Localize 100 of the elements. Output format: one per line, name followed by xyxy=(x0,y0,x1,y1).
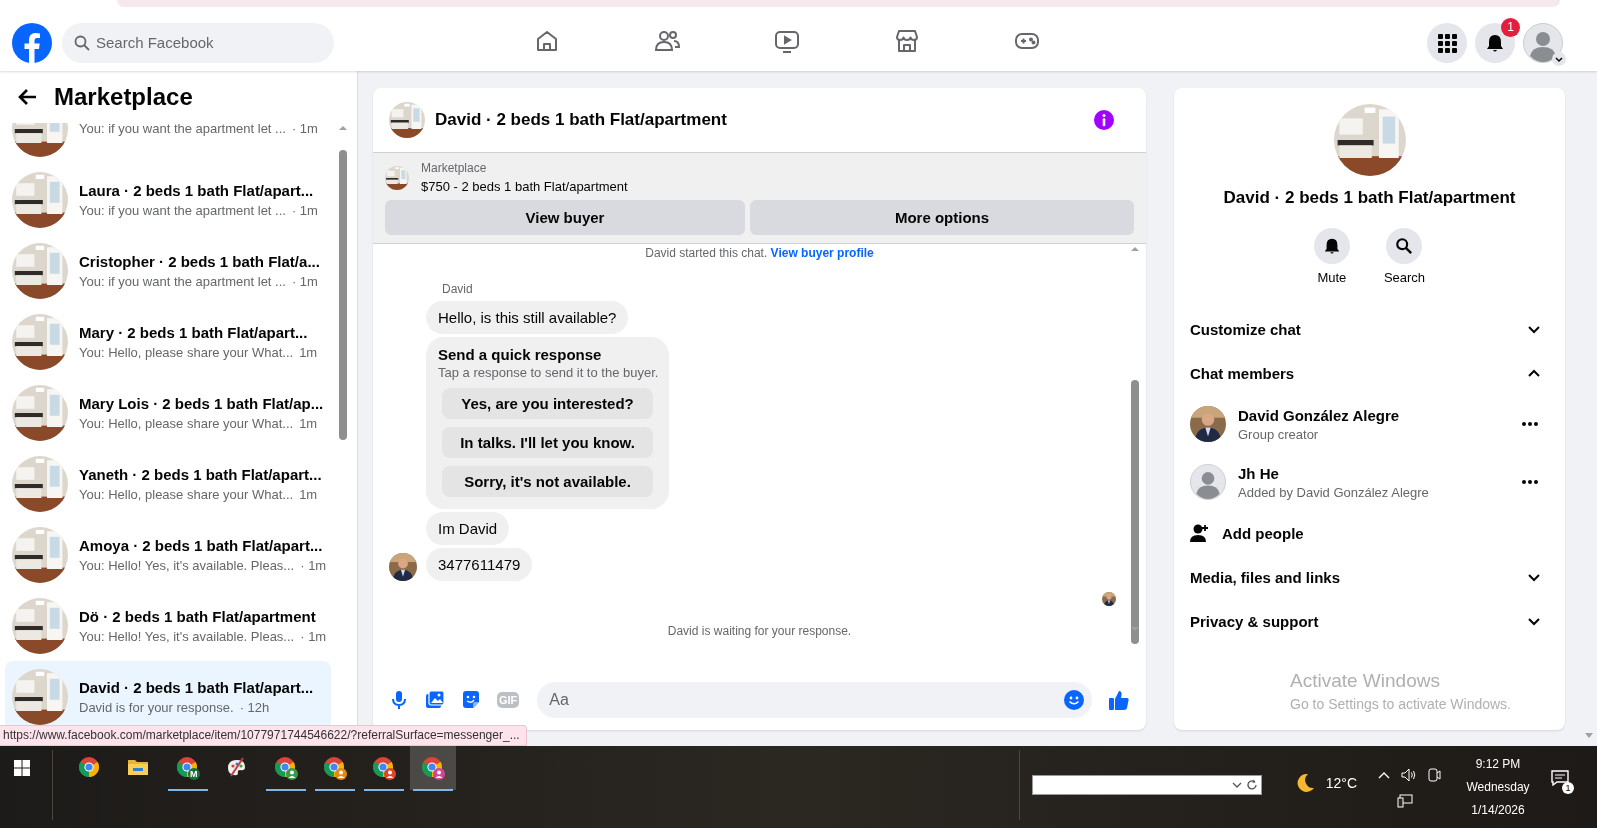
facebook-logo[interactable] xyxy=(12,22,52,63)
section-row[interactable]: Customize chat xyxy=(1190,307,1541,351)
message-time: · 12h xyxy=(239,699,270,715)
add-people-row[interactable]: Add people xyxy=(1190,511,1541,555)
section-title: Media, files and links xyxy=(1190,568,1341,586)
watermark-text: Go to Settings to activate Windows. xyxy=(1290,696,1512,712)
windows-logo-icon xyxy=(14,760,30,776)
bell-icon xyxy=(1322,237,1341,255)
emoji-icon[interactable] xyxy=(1064,689,1084,710)
message-time: · 1m xyxy=(291,123,318,136)
message-bubble: 3477611479 xyxy=(426,548,533,581)
address-field[interactable] xyxy=(1031,775,1262,795)
notifications-button[interactable] xyxy=(1475,22,1515,63)
conversation-title: David · 2 beds 1 bath Flat/apartment xyxy=(1223,188,1516,208)
member-name: David González Alegre xyxy=(1238,406,1401,424)
notification-count: 1 xyxy=(1501,17,1520,37)
speaker-icon[interactable] xyxy=(1401,768,1417,782)
message-preview: You: if you want the apartment let ... xyxy=(79,123,286,136)
conversation-item[interactable]: Mary · 2 beds 1 bath Flat/apart... You: Hello, please share your What... 1m xyxy=(5,306,331,377)
message-time: 1m xyxy=(299,344,318,360)
quick-response-button[interactable]: Yes, are you interested? xyxy=(442,388,653,419)
message-field[interactable]: Aa xyxy=(537,681,1092,718)
conversation-title: Dö · 2 beds 1 bath Flat/apartment xyxy=(79,607,317,625)
conversation-title: Mary Lois · 2 beds 1 bath Flat/ap... xyxy=(79,394,324,412)
member-role: Group creator xyxy=(1238,426,1320,442)
section-row[interactable]: Privacy & support xyxy=(1190,599,1541,643)
status-text: David is waiting for your response. xyxy=(666,624,853,638)
listing-title: $750 - 2 beds 1 bath Flat/apartment xyxy=(421,179,628,194)
notifications-icon[interactable] xyxy=(1551,770,1569,786)
search-button[interactable] xyxy=(1386,228,1423,264)
search-icon xyxy=(74,34,90,51)
menu-button[interactable] xyxy=(1427,22,1467,63)
conversation-item[interactable]: Amoya · 2 beds 1 bath Flat/apart... You: Hello! Yes, it's available. Pleas... · 1m xyxy=(5,519,331,590)
conversation-item[interactable]: You: if you want the apartment let ... · 1m xyxy=(5,123,331,164)
watermark-title: Activate Windows xyxy=(1290,670,1441,692)
quick-response-button[interactable]: Sorry, it's not available. xyxy=(442,466,653,497)
thumbs-up-icon[interactable] xyxy=(1108,688,1130,711)
conversation-item[interactable]: Mary Lois · 2 beds 1 bath Flat/ap... You: Hello, please share your What... 1m xyxy=(5,377,331,448)
browser-icon xyxy=(176,756,200,780)
browser-icon xyxy=(274,756,298,780)
message-time: · 1m xyxy=(300,628,327,644)
message-preview: You: Hello, please share your What... xyxy=(79,415,294,431)
account-button[interactable] xyxy=(1523,22,1563,63)
conversation-item[interactable]: Dö · 2 beds 1 bath Flat/apartment You: Hello! Yes, it's available. Pleas... · 1m xyxy=(5,590,331,661)
grid-icon xyxy=(1437,32,1457,53)
caret-icon xyxy=(1552,51,1566,66)
conversation-item[interactable]: Yaneth · 2 beds 1 bath Flat/apart... You: Hello, please share your What... 1m xyxy=(5,448,331,519)
network-icon[interactable] xyxy=(1397,794,1413,808)
browser-icon xyxy=(421,756,445,780)
section-row[interactable]: Chat members xyxy=(1190,351,1541,395)
chat-intro: David started this chat. View buyer profile xyxy=(644,246,875,260)
sticker-icon[interactable] xyxy=(461,689,481,710)
info-icon[interactable] xyxy=(1094,110,1114,130)
refresh-icon[interactable] xyxy=(1245,779,1258,791)
section-row[interactable]: Media, files and links xyxy=(1190,555,1541,599)
camera-icon[interactable] xyxy=(1427,768,1441,782)
message-preview: You: if you want the apartment let ... xyxy=(79,273,286,289)
sender-name: David xyxy=(442,282,474,296)
clock-date: 1/14/2026 xyxy=(1471,803,1525,817)
page-title: Marketplace xyxy=(54,83,193,111)
temperature: 12°C xyxy=(1325,775,1357,791)
mute-button[interactable] xyxy=(1313,228,1350,264)
conversation-title: Laura · 2 beds 1 bath Flat/apart... xyxy=(79,181,315,199)
message-preview: You: Hello! Yes, it's available. Pleas... xyxy=(79,628,295,644)
message-preview: You: Hello! Yes, it's available. Pleas... xyxy=(79,557,295,573)
more-icon[interactable] xyxy=(1521,421,1539,427)
browser-icon xyxy=(323,756,347,780)
message-time: · 1m xyxy=(291,202,318,218)
link-preview-tooltip: https://www.facebook.com/marketplace/item/1077971744546622/?referralSurface=messenger_... xyxy=(0,725,527,746)
profile-link[interactable]: View buyer profile xyxy=(770,246,874,260)
conversation-item[interactable]: Cristopher · 2 beds 1 bath Flat/a... You: if you want the apartment let ... · 1m xyxy=(5,235,331,306)
action-button[interactable]: View buyer xyxy=(385,200,745,235)
message-bubble: Hello, is this still available? xyxy=(426,301,629,334)
conversation-title: Mary · 2 beds 1 bath Flat/apart... xyxy=(79,323,309,341)
more-icon[interactable] xyxy=(1521,479,1539,485)
clock-time: 9:12 PM xyxy=(1475,757,1521,771)
action-button[interactable]: More options xyxy=(750,200,1134,235)
clock-day: Wednesday xyxy=(1466,780,1530,794)
message-preview: You: if you want the apartment let ... xyxy=(79,202,286,218)
card-title: Send a quick response xyxy=(438,346,603,363)
message-bubble: Im David xyxy=(426,512,510,545)
section-title: Customize chat xyxy=(1190,320,1301,338)
store-icon xyxy=(893,27,921,55)
scroll-up-icon[interactable] xyxy=(338,123,348,133)
message-time: 1m xyxy=(299,486,318,502)
quick-response-button[interactable]: In talks. I'll let you know. xyxy=(442,427,653,458)
back-arrow-icon[interactable] xyxy=(18,87,38,107)
bell-icon xyxy=(1485,32,1505,53)
conversation-title: Amoya · 2 beds 1 bath Flat/apart... xyxy=(79,536,324,554)
message-preview: You: Hello, please share your What... xyxy=(79,344,294,360)
dropdown-caret-icon[interactable] xyxy=(1231,780,1242,790)
scroll-down-icon[interactable] xyxy=(1130,624,1140,634)
microphone-icon[interactable] xyxy=(389,689,409,710)
conversation-item[interactable]: Laura · 2 beds 1 bath Flat/apart... You: if you want the apartment let ... · 1m xyxy=(5,164,331,235)
photo-icon[interactable] xyxy=(425,689,445,710)
add-person-icon xyxy=(1190,523,1210,543)
taskbar-app[interactable]: M xyxy=(165,746,211,790)
search-field[interactable]: Search Facebook xyxy=(62,22,334,63)
member-name: Jh He xyxy=(1238,464,1280,482)
chat-title: David · 2 beds 1 bath Flat/apartment xyxy=(435,110,727,130)
